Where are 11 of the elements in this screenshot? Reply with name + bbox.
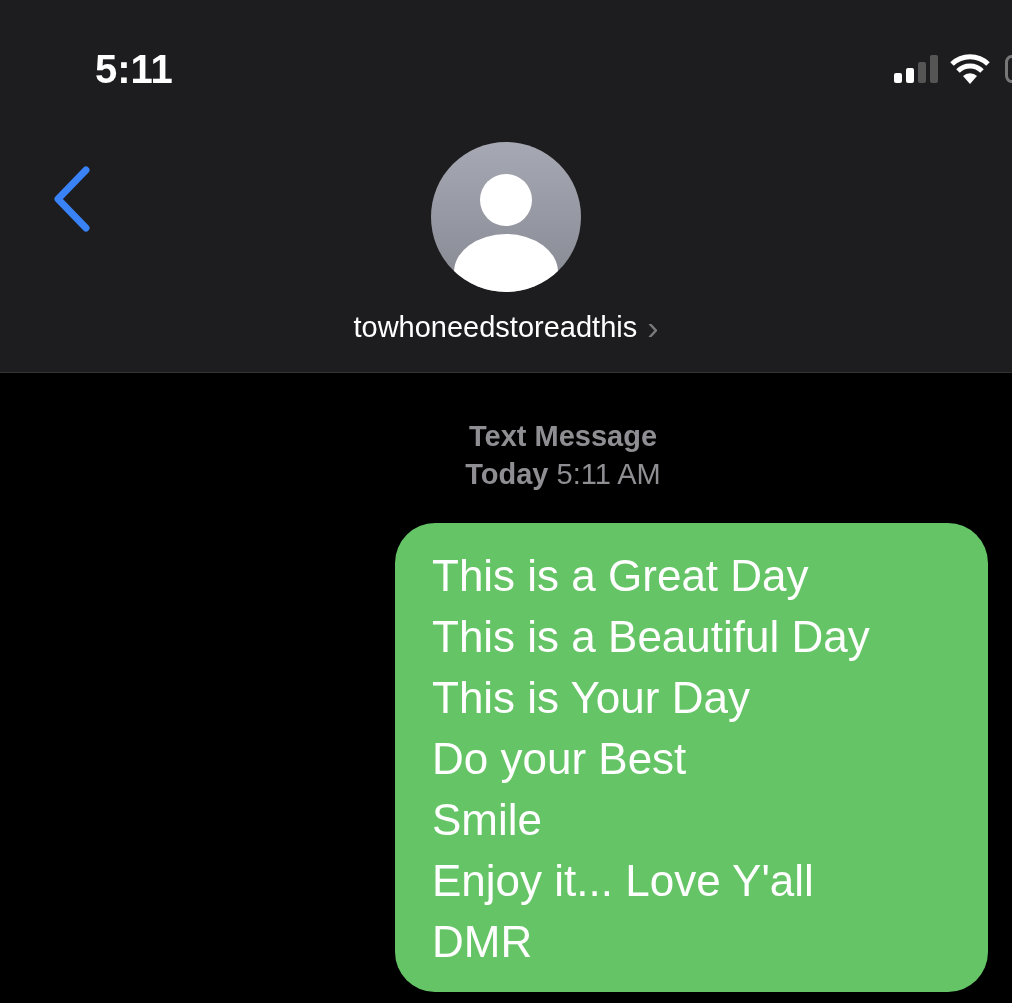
message-bubble: This is a Great Day This is a Beautiful Day This is Your Day Do your Best Smile Enjoy it... Love Y'all DMR — [395, 523, 988, 992]
back-icon[interactable] — [52, 166, 92, 232]
service-label: Text Message — [468, 419, 657, 454]
avatar-icon[interactable] — [431, 142, 581, 292]
chevron-icon[interactable]: › — [647, 308, 659, 347]
signal-icon — [894, 55, 938, 83]
battery-icon — [1005, 55, 1012, 83]
message-timestamp: Today 5:11 AM — [465, 457, 661, 492]
wifi-icon — [950, 54, 990, 84]
status-time: 5:11 — [95, 46, 173, 92]
contact-name[interactable]: towhoneedstoreadthis — [353, 311, 638, 344]
